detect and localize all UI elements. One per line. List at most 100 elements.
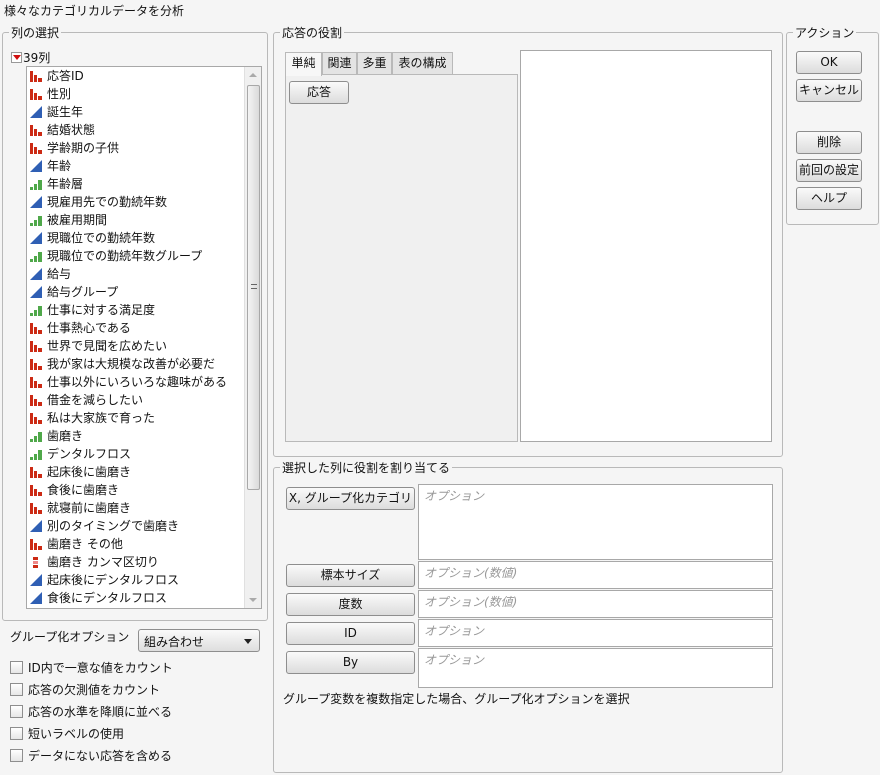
column-list-item[interactable]: デンタルフロス [27, 445, 261, 463]
column-name: 食後に歯磨き [47, 483, 120, 497]
checkbox-label: 応答の欠測値をカウント [28, 683, 161, 697]
column-list-item[interactable]: 現雇用先での勤続年数 [27, 193, 261, 211]
column-list-item[interactable]: 歯磨き [27, 427, 261, 445]
scroll-up-icon[interactable] [249, 73, 257, 77]
column-list-item[interactable]: 食後に歯磨き [27, 481, 261, 499]
column-list-item[interactable]: 年齢層 [27, 175, 261, 193]
group-label: 選択した列に役割を割り当てる [280, 459, 453, 476]
x-grouping-field[interactable]: オプション [418, 484, 773, 560]
column-list-item[interactable]: 私は大家族で育った [27, 409, 261, 427]
column-count-header[interactable]: 39列 [11, 49, 50, 66]
column-list-item[interactable]: 我が家は大規模な改善が必要だ [27, 355, 261, 373]
column-list-item[interactable]: 給与 [27, 265, 261, 283]
column-list-item[interactable]: 借金を減らしたい [27, 391, 261, 409]
column-list-item[interactable]: 歯磨き その他 [27, 535, 261, 553]
checkbox-label: データにない応答を含める [28, 749, 173, 763]
column-name: 給与 [47, 267, 72, 281]
continuous-icon [29, 519, 43, 533]
column-list-item[interactable]: 現職位での勤続年数 [27, 229, 261, 247]
checkbox-box[interactable] [10, 661, 23, 674]
nominal-icon [29, 141, 43, 155]
tab-multiple[interactable]: 多重 [357, 52, 392, 75]
continuous-icon [29, 159, 43, 173]
by-field[interactable]: オプション [418, 648, 773, 688]
grouping-option-value: 組み合わせ [144, 635, 205, 649]
sample-size-button[interactable]: 標本サイズ [286, 564, 415, 587]
group-label: 応答の役割 [280, 24, 345, 41]
option-checkbox[interactable]: 応答の水準を降順に並べる [10, 703, 172, 720]
frequency-button[interactable]: 度数 [286, 593, 415, 616]
x-grouping-button[interactable]: X, グループ化カテゴリ [286, 487, 415, 510]
checkbox-box[interactable] [10, 683, 23, 696]
grouping-option-dropdown[interactable]: 組み合わせ [138, 629, 260, 652]
column-list-item[interactable]: 被雇用期間 [27, 211, 261, 229]
column-name: 学齢期の子供 [47, 141, 120, 155]
column-name: 歯磨き [47, 429, 84, 443]
checkbox-box[interactable] [10, 705, 23, 718]
checkbox-box[interactable] [10, 749, 23, 762]
column-name: 我が家は大規模な改善が必要だ [47, 357, 216, 371]
option-checkbox[interactable]: 応答の欠測値をカウント [10, 681, 160, 698]
column-count: 39列 [23, 51, 51, 65]
column-list-item[interactable]: 別のタイミングで歯磨き [27, 517, 261, 535]
nominal-icon [29, 501, 43, 515]
continuous-icon [29, 231, 43, 245]
column-name: 歯磨き カンマ区切り [47, 555, 159, 569]
nominal-icon [29, 375, 43, 389]
scroll-down-icon[interactable] [249, 598, 257, 602]
column-list-item[interactable]: 仕事熱心である [27, 319, 261, 337]
column-list-item[interactable]: 歯磨き カンマ区切り [27, 553, 261, 571]
column-list-item[interactable]: 年齢 [27, 157, 261, 175]
option-checkbox[interactable]: データにない応答を含める [10, 747, 172, 764]
cancel-button[interactable]: キャンセル [796, 79, 862, 102]
column-list-item[interactable]: 起床後にデンタルフロス [27, 571, 261, 589]
column-list-item[interactable]: 誕生年 [27, 103, 261, 121]
nominal-icon [29, 483, 43, 497]
tab-table-structure[interactable]: 表の構成 [392, 52, 453, 75]
ordinal-icon [29, 249, 43, 263]
disclosure-triangle-icon[interactable] [11, 52, 22, 63]
column-name: 応答ID [47, 69, 84, 83]
option-checkbox[interactable]: 短いラベルの使用 [10, 725, 124, 742]
column-name: 仕事以外にいろいろな趣味がある [47, 375, 228, 389]
column-list-item[interactable]: 仕事に対する満足度 [27, 301, 261, 319]
column-name: 起床後に歯磨き [47, 465, 132, 479]
recall-button[interactable]: 前回の設定 [796, 159, 862, 182]
column-name: 誕生年 [47, 105, 84, 119]
column-list-item[interactable]: 学齢期の子供 [27, 139, 261, 157]
scrollbar-thumb[interactable] [247, 85, 260, 490]
column-name: 結婚状態 [47, 123, 96, 137]
tab-related[interactable]: 関連 [322, 52, 357, 75]
continuous-icon [29, 105, 43, 119]
column-name: デンタルフロス [47, 447, 132, 461]
remove-button[interactable]: 削除 [796, 131, 862, 154]
column-list[interactable]: 応答ID 性別 誕生年 結婚状態 学齢期の子供 年齢 年齢層 現雇用先での勤続年数 被雇用期間現… [26, 66, 262, 609]
help-button[interactable]: ヘルプ [796, 187, 862, 210]
response-list[interactable] [520, 50, 772, 442]
option-checkbox[interactable]: ID内で一意な値をカウント [10, 659, 173, 676]
column-list-item[interactable]: 就寝前に歯磨き [27, 499, 261, 517]
column-list-item[interactable]: 起床後に歯磨き [27, 463, 261, 481]
sample-size-field[interactable]: オプション(数値) [418, 561, 773, 589]
id-button[interactable]: ID [286, 622, 415, 645]
tab-simple[interactable]: 単純 [285, 52, 322, 76]
column-list-item[interactable]: 給与グループ [27, 283, 261, 301]
column-name: 世界で見聞を広めたい [47, 339, 168, 353]
scrollbar[interactable] [244, 67, 261, 608]
id-field[interactable]: オプション [418, 619, 773, 647]
column-list-item[interactable]: 仕事以外にいろいろな趣味がある [27, 373, 261, 391]
column-list-item[interactable]: 結婚状態 [27, 121, 261, 139]
column-list-item[interactable]: 性別 [27, 85, 261, 103]
response-button[interactable]: 応答 [289, 81, 349, 104]
column-list-item[interactable]: 応答ID [27, 67, 261, 85]
frequency-field[interactable]: オプション(数値) [418, 590, 773, 618]
column-name: 仕事に対する満足度 [47, 303, 156, 317]
column-list-item[interactable]: 食後にデンタルフロス [27, 589, 261, 607]
column-name: 私は大家族で育った [47, 411, 156, 425]
ok-button[interactable]: OK [796, 51, 862, 74]
checkbox-box[interactable] [10, 727, 23, 740]
column-name: 借金を減らしたい [47, 393, 144, 407]
column-list-item[interactable]: 世界で見聞を広めたい [27, 337, 261, 355]
column-list-item[interactable]: 現職位での勤続年数グループ [27, 247, 261, 265]
by-button[interactable]: By [286, 651, 415, 674]
